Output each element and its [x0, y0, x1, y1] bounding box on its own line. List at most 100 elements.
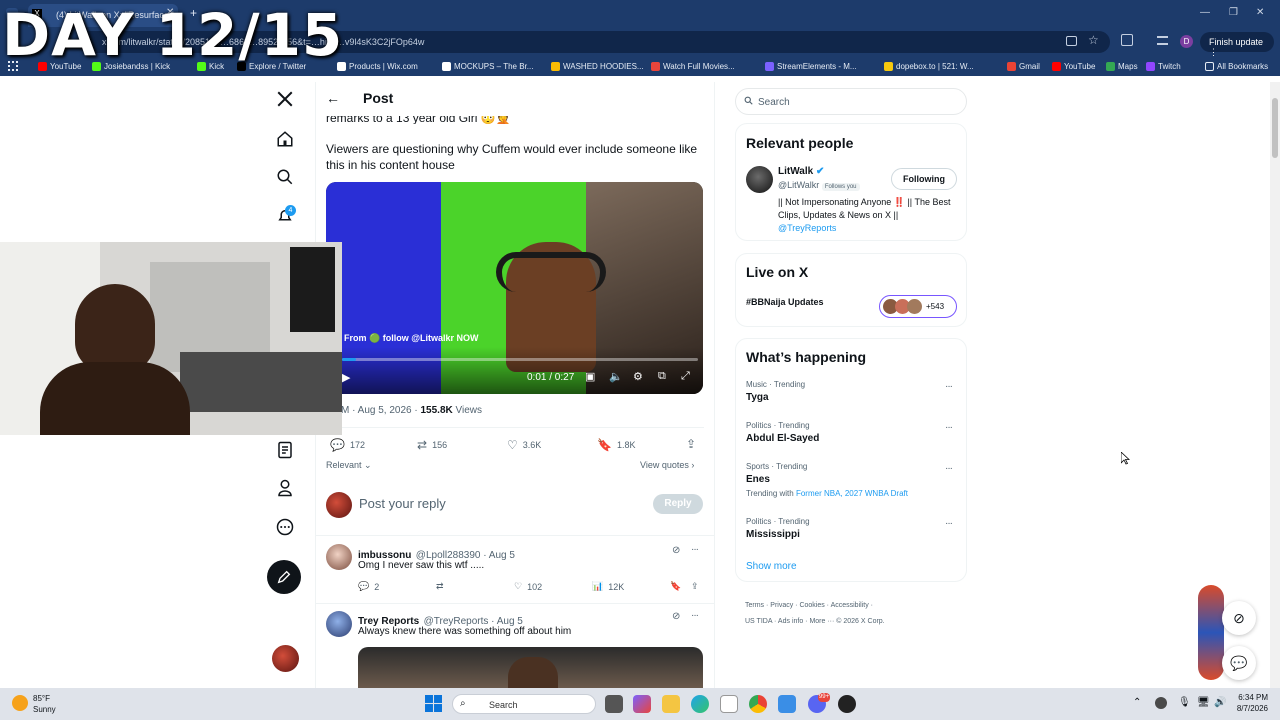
all-bookmarks-button[interactable]: All Bookmarks	[1205, 60, 1268, 73]
file-explorer-icon[interactable]	[662, 695, 680, 713]
back-arrow-icon[interactable]: ←	[326, 90, 340, 106]
bookmark-item[interactable]: Twitch	[1146, 60, 1181, 73]
reply-avatar[interactable]	[326, 611, 352, 637]
reply-like-action[interactable]: ♡ 102	[514, 581, 542, 592]
trend-more-icon[interactable]: ···	[945, 463, 953, 474]
weather-widget[interactable]: 85°F Sunny	[33, 693, 56, 715]
obs-icon[interactable]	[838, 695, 856, 713]
footer-links[interactable]: US TIDA · Ads info · More ··· © 2026 X C…	[745, 614, 945, 630]
profile-avatar[interactable]: D	[1180, 35, 1193, 48]
chrome-icon[interactable]	[749, 695, 767, 713]
bookmark-item[interactable]: StreamElements - M...	[765, 60, 857, 73]
volume-tray-icon[interactable]: 🔊	[1214, 697, 1226, 708]
home-icon[interactable]	[272, 126, 298, 152]
search-input[interactable]: Search	[735, 88, 967, 115]
bookmark-item[interactable]: MOCKUPS – The Br...	[442, 60, 533, 73]
person-avatar[interactable]	[746, 166, 773, 193]
bookmark-item[interactable]: Watch Full Movies...	[651, 60, 735, 73]
view-quotes-link[interactable]: View quotes ›	[640, 460, 694, 470]
footer-links[interactable]: Terms · Privacy · Cookies · Accessibilit…	[745, 598, 945, 614]
video-progress-track[interactable]	[342, 358, 698, 361]
bookmark-item[interactable]: dopebox.to | 521: W...	[884, 60, 974, 73]
repost-action[interactable]: ⇄ 156	[417, 438, 447, 452]
reply-button[interactable]: Reply	[653, 494, 703, 514]
trend-item[interactable]: Politics · Trending Mississippi	[746, 517, 810, 540]
bookmark-item[interactable]: YouTube	[1052, 60, 1095, 73]
reply-avatar[interactable]	[326, 544, 352, 570]
weather-sun-icon[interactable]	[12, 695, 28, 711]
captions-icon[interactable]: ▣	[585, 370, 595, 383]
show-more-link[interactable]: Show more	[746, 561, 797, 572]
grok-float-button[interactable]: ⊘	[1222, 601, 1256, 635]
compose-post-button[interactable]	[267, 560, 301, 594]
explore-search-icon[interactable]	[272, 164, 298, 190]
copilot-icon[interactable]	[633, 695, 651, 713]
clock[interactable]: 6:34 PM 8/7/2026	[1232, 692, 1268, 714]
fullscreen-icon[interactable]: ⤢	[681, 370, 690, 383]
reply-repost-action[interactable]: ⇄	[436, 581, 449, 592]
live-item-title[interactable]: #BBNaija Updates	[746, 297, 824, 307]
reply-views-action[interactable]: 📊 12K	[592, 581, 624, 592]
x-logo-icon[interactable]	[272, 86, 298, 112]
account-avatar[interactable]	[272, 645, 299, 672]
volume-icon[interactable]: 🔈	[609, 370, 623, 383]
like-action[interactable]: ♡ 3.6K	[507, 438, 541, 452]
close-window-icon[interactable]: ✕	[1256, 7, 1264, 18]
person-name[interactable]: LitWalk ✔	[778, 166, 824, 177]
trending-with-links[interactable]: Former NBA, 2027 WNBA Draft	[796, 489, 908, 498]
more-options-icon[interactable]	[272, 514, 298, 540]
grok-icon[interactable]: ⊘	[672, 545, 680, 556]
minimize-icon[interactable]: —	[1200, 7, 1210, 18]
share-icon[interactable]: ⇪	[686, 437, 696, 451]
bookmark-item[interactable]: Maps	[1106, 60, 1138, 73]
page-scrollbar[interactable]	[1270, 82, 1280, 688]
video-player[interactable]: From 🟢 follow @Litwalkr NOW ▶ 0:01 / 0:2…	[326, 182, 703, 394]
trend-item[interactable]: Politics · Trending Abdul El-Sayed	[746, 421, 819, 444]
profile-icon[interactable]	[272, 475, 298, 501]
trend-more-icon[interactable]: ···	[945, 381, 953, 392]
windows-start-icon[interactable]	[425, 695, 442, 712]
reply-reply-action[interactable]: 💬 2	[358, 581, 379, 592]
reply-input[interactable]: Post your reply	[359, 496, 446, 511]
reading-list-icon[interactable]	[1157, 36, 1168, 45]
maximize-icon[interactable]: ❐	[1229, 7, 1238, 18]
extensions-icon[interactable]	[1121, 34, 1133, 46]
taskbar-search[interactable]: Search	[452, 694, 596, 714]
install-app-icon[interactable]	[1066, 36, 1077, 46]
grok-icon[interactable]: ⊘	[672, 611, 680, 622]
live-avatars-pill[interactable]: +543	[879, 295, 957, 318]
network-icon[interactable]: 🖥	[1197, 697, 1210, 708]
reply-action[interactable]: 💬 172	[330, 438, 365, 452]
scrollbar-thumb[interactable]	[1272, 98, 1278, 158]
finish-update-button[interactable]: Finish update ⋮	[1200, 32, 1274, 57]
reply-share-icon[interactable]: ⇪	[691, 581, 699, 592]
store-icon[interactable]	[720, 695, 738, 713]
bookmark-item[interactable]: Gmail	[1007, 60, 1040, 73]
edge-icon[interactable]	[691, 695, 709, 713]
reply-more-icon[interactable]: ···	[691, 610, 699, 621]
trend-more-icon[interactable]: ···	[945, 518, 953, 529]
bio-link[interactable]: @TreyReports	[778, 223, 836, 233]
reply-media[interactable]	[358, 647, 703, 688]
bookmark-star-icon[interactable]: ☆	[1088, 33, 1099, 47]
photos-icon[interactable]	[778, 695, 796, 713]
play-icon[interactable]: ▶	[342, 371, 350, 384]
pip-icon[interactable]: ⧉	[658, 370, 666, 383]
trend-item[interactable]: Music · Trending Tyga	[746, 380, 805, 403]
trend-item[interactable]: Sports · Trending Enes Trending with For…	[746, 462, 908, 498]
trend-more-icon[interactable]: ···	[945, 422, 953, 433]
task-view-icon[interactable]	[605, 695, 623, 713]
reply-more-icon[interactable]: ···	[691, 544, 699, 555]
tray-chevron-icon[interactable]: ⌃	[1133, 697, 1141, 708]
bookmark-action[interactable]: 🔖 1.8K	[597, 438, 635, 452]
tray-app-icon[interactable]	[1155, 697, 1167, 709]
bookmark-item[interactable]: WASHED HOODIES...	[551, 60, 644, 73]
sort-relevant-dropdown[interactable]: Relevant ⌄	[326, 460, 372, 471]
microphone-icon[interactable]: 🎙	[1178, 697, 1191, 708]
messages-float-button[interactable]: 💬	[1222, 646, 1256, 680]
lists-icon[interactable]	[272, 437, 298, 463]
bookmark-item[interactable]: Products | Wix.com	[337, 60, 418, 73]
settings-gear-icon[interactable]: ⚙	[633, 370, 643, 383]
following-button[interactable]: Following	[891, 168, 957, 190]
reply-bookmark-icon[interactable]: 🔖	[670, 581, 681, 592]
